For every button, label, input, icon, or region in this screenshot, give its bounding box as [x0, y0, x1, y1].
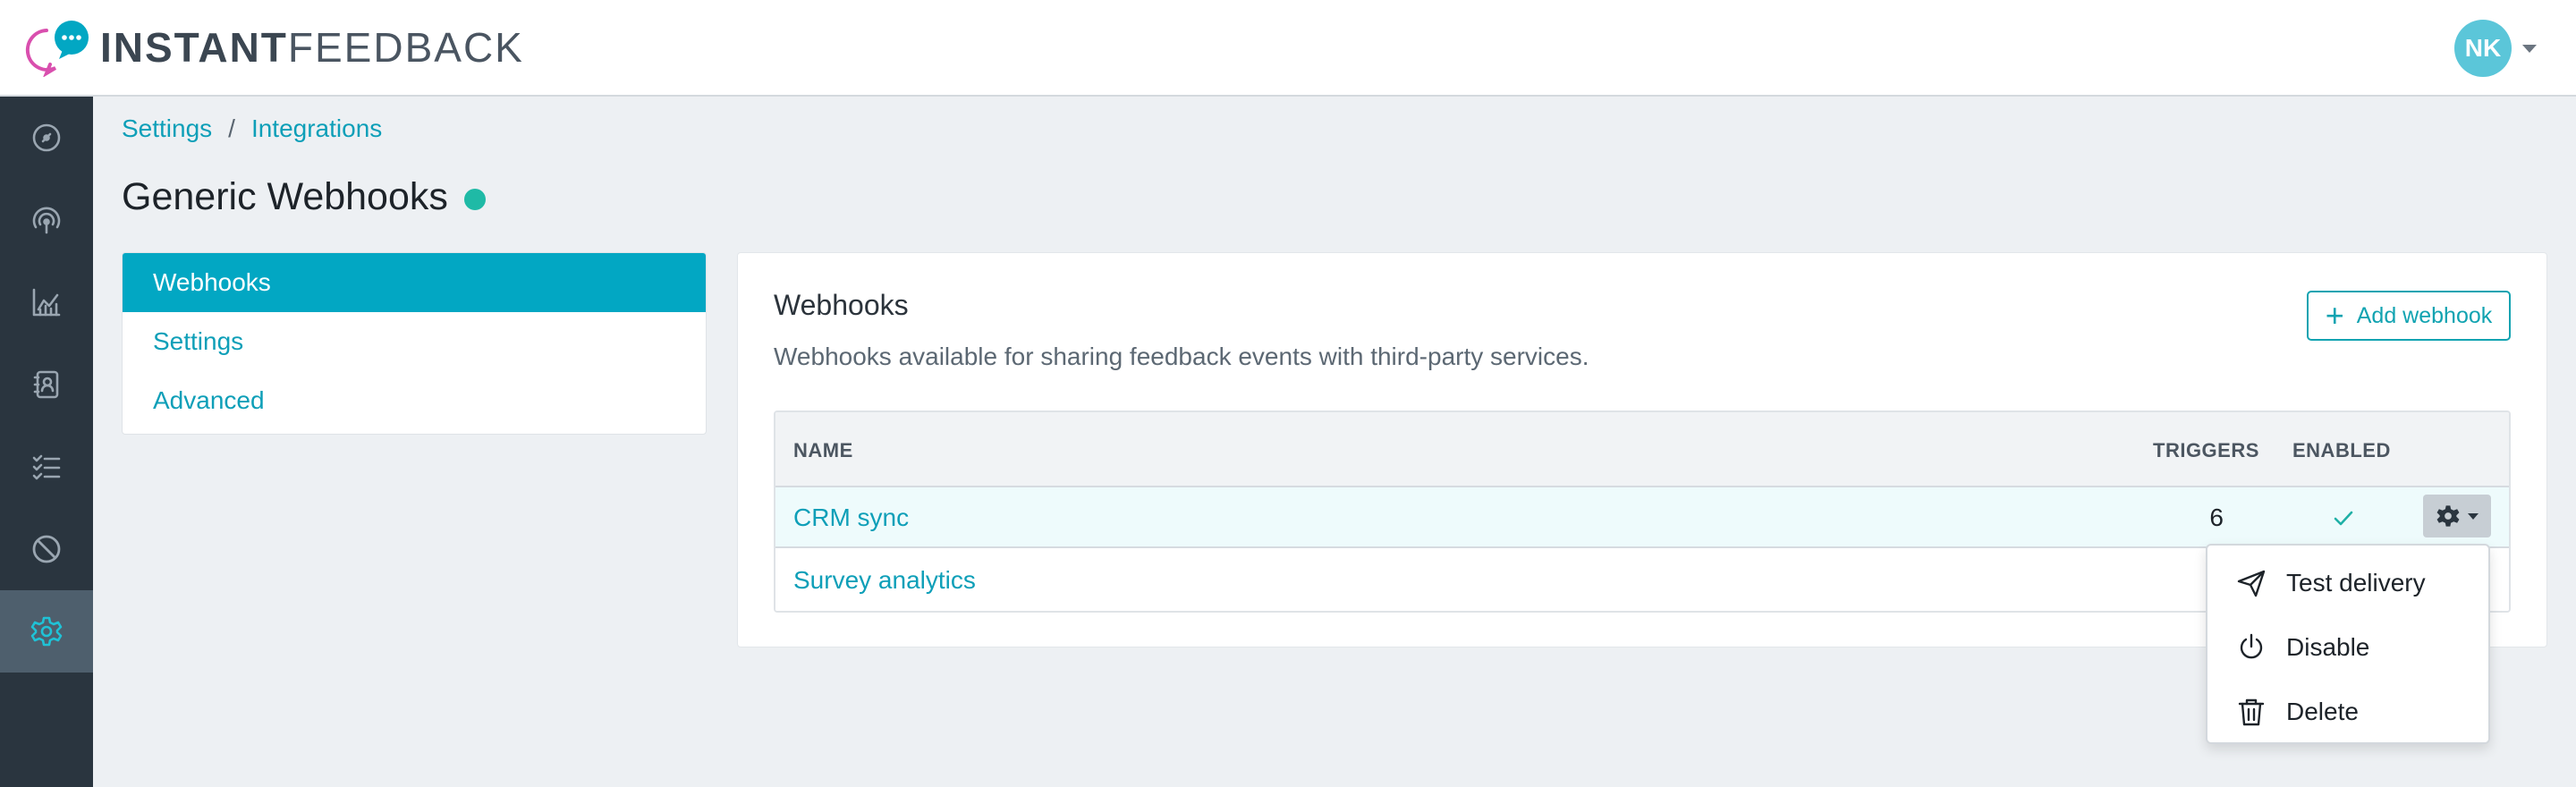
chevron-down-icon — [2468, 512, 2479, 520]
gear-icon — [30, 616, 63, 647]
sidebar-item-blocked[interactable] — [0, 508, 93, 590]
chart-icon — [32, 288, 61, 317]
sidebar-item-tasks[interactable] — [0, 426, 93, 508]
column-header-triggers[interactable]: TRIGGERS — [2153, 439, 2259, 462]
gear-icon — [2436, 505, 2460, 527]
webhook-name-link[interactable]: Survey analytics — [793, 566, 976, 595]
sidebar-item-dashboard[interactable] — [0, 97, 93, 179]
card-title: Webhooks — [774, 289, 909, 321]
logo-wordmark: INSTANTFEEDBACK — [100, 23, 524, 72]
webhook-name-link[interactable]: CRM sync — [793, 504, 909, 532]
column-header-name[interactable]: NAME — [793, 439, 853, 462]
menu-item-test-delivery[interactable]: Test delivery — [2207, 551, 2488, 615]
menu-item-disable[interactable]: Disable — [2207, 615, 2488, 680]
row-actions-menu: Test delivery Disable Delete — [2206, 544, 2490, 744]
menu-item-delete[interactable]: Delete — [2207, 680, 2488, 744]
breadcrumb-integrations-link[interactable]: Integrations — [251, 114, 382, 143]
user-avatar[interactable]: NK — [2454, 20, 2512, 77]
menu-item-label: Test delivery — [2286, 569, 2426, 597]
user-menu-caret-icon[interactable] — [2522, 45, 2537, 53]
sidebar — [0, 97, 93, 787]
logo-wordmark-bold: INSTANT — [100, 24, 288, 71]
logo-wordmark-light: FEEDBACK — [287, 24, 524, 71]
check-icon — [2334, 511, 2353, 526]
table-row[interactable]: CRM sync 6 — [775, 487, 2509, 548]
page-title-text: Generic Webhooks — [122, 175, 448, 218]
table-header: NAME TRIGGERS ENABLED — [775, 412, 2509, 487]
checklist-icon — [32, 454, 61, 480]
menu-item-label: Disable — [2286, 633, 2370, 661]
sidebar-item-analytics[interactable] — [0, 261, 93, 343]
logo-chat-icon — [20, 18, 91, 78]
status-indicator — [463, 188, 486, 210]
breadcrumb-settings-link[interactable]: Settings — [122, 114, 212, 143]
trash-icon — [2238, 698, 2265, 726]
ban-icon — [32, 535, 61, 563]
triggers-count-value: 6 — [2209, 504, 2224, 531]
broadcast-icon — [32, 207, 61, 234]
breadcrumb-separator: / — [228, 114, 235, 142]
power-icon — [2240, 633, 2263, 659]
plus-icon: + — [2325, 297, 2344, 334]
integration-submenu: Webhooks Settings Advanced — [122, 252, 707, 435]
column-header-enabled[interactable]: ENABLED — [2292, 439, 2391, 462]
submenu-item-settings[interactable]: Settings — [123, 312, 706, 371]
menu-item-label: Delete — [2286, 698, 2359, 725]
send-icon — [2237, 570, 2266, 597]
app-logo[interactable]: INSTANTFEEDBACK — [20, 18, 524, 78]
sidebar-item-settings[interactable] — [0, 590, 93, 673]
card-description: Webhooks available for sharing feedback … — [774, 343, 1589, 370]
add-webhook-label: Add webhook — [2356, 302, 2493, 328]
address-book-icon — [33, 370, 59, 399]
row-actions-button[interactable] — [2423, 495, 2491, 537]
submenu-item-advanced[interactable]: Advanced — [123, 371, 706, 430]
submenu-item-webhooks[interactable]: Webhooks — [123, 253, 706, 312]
sidebar-item-signals[interactable] — [0, 179, 93, 261]
add-webhook-button[interactable]: + Add webhook — [2307, 291, 2511, 341]
top-header: INSTANTFEEDBACK NK — [0, 0, 2576, 97]
sidebar-item-contacts[interactable] — [0, 343, 93, 426]
breadcrumb: Settings / Integrations — [122, 114, 382, 143]
page-title: Generic Webhooks — [122, 175, 486, 219]
gauge-icon — [32, 123, 61, 152]
